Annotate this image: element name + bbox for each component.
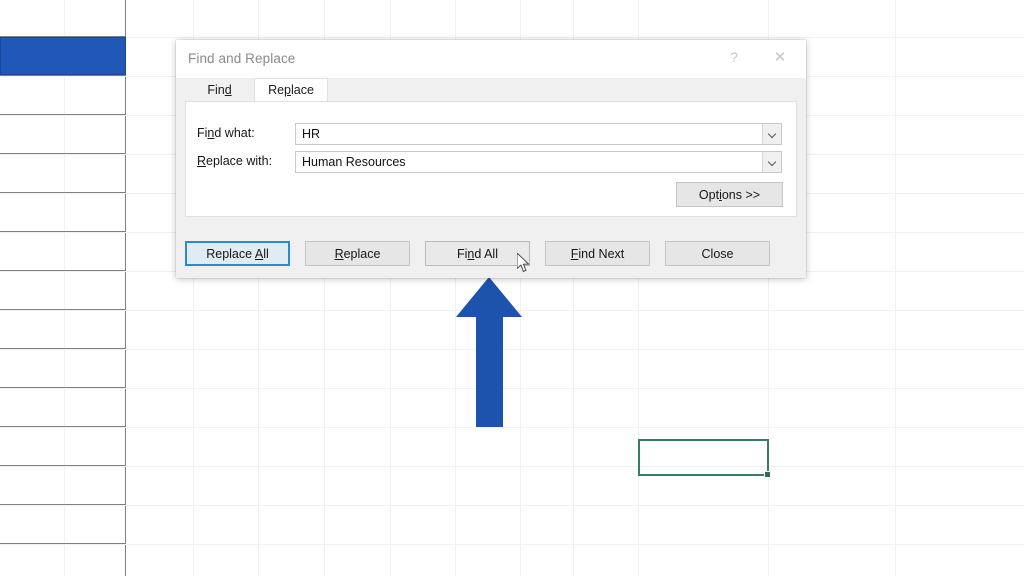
find-and-replace-dialog: Find and Replace ? ✕ Find Replace Find w… xyxy=(176,40,806,278)
chevron-down-icon[interactable] xyxy=(762,124,781,144)
gridline-horizontal-strong xyxy=(0,309,126,310)
find-next-button-label: Find Next xyxy=(570,246,625,261)
replace-button[interactable]: Replace xyxy=(305,241,410,266)
replace-button-label: Replace xyxy=(334,246,381,261)
dialog-title: Find and Replace xyxy=(188,51,296,66)
gridline-horizontal-strong xyxy=(0,231,126,232)
close-button-label: Close xyxy=(701,246,734,261)
tab-replace[interactable]: Replace xyxy=(254,78,328,101)
gridline-horizontal-strong xyxy=(0,270,126,271)
replace-with-input[interactable]: Human Resources xyxy=(295,151,782,173)
tab-find[interactable]: Find xyxy=(185,78,254,101)
close-icon[interactable]: ✕ xyxy=(758,40,802,74)
dialog-tabstrip: Find Replace xyxy=(176,78,806,101)
chevron-down-icon[interactable] xyxy=(762,152,781,172)
gridline-vertical xyxy=(895,0,896,576)
close-button[interactable]: Close xyxy=(665,241,770,266)
gridline-horizontal xyxy=(0,37,1024,38)
gridline-vertical-strong xyxy=(125,0,126,576)
fill-handle[interactable] xyxy=(764,471,771,478)
up-arrow-annotation xyxy=(456,277,522,427)
replace-with-value: Human Resources xyxy=(302,155,406,169)
gridline-horizontal xyxy=(0,427,1024,428)
gridline-horizontal-strong xyxy=(0,153,126,154)
find-next-button[interactable]: Find Next xyxy=(545,241,650,266)
gridline-horizontal-strong xyxy=(0,348,126,349)
gridline-horizontal-strong xyxy=(0,114,126,115)
highlighted-cell[interactable] xyxy=(0,37,126,75)
tab-replace-label: Replace xyxy=(268,83,314,97)
gridline-horizontal-strong xyxy=(0,192,126,193)
options-button-label: Options >> xyxy=(698,187,761,202)
options-button[interactable]: Options >> xyxy=(676,182,783,207)
gridline-horizontal-strong xyxy=(0,426,126,427)
dialog-titlebar[interactable]: Find and Replace ? ✕ xyxy=(176,40,806,78)
gridline-horizontal xyxy=(0,505,1024,506)
gridline-horizontal-strong xyxy=(0,465,126,466)
find-all-button-label: Find All xyxy=(456,246,498,261)
gridline-horizontal-strong xyxy=(0,387,126,388)
gridline-vertical xyxy=(64,0,65,576)
gridline-horizontal-strong xyxy=(0,543,126,544)
replace-all-button[interactable]: Replace All xyxy=(185,241,290,266)
gridline-horizontal-strong xyxy=(0,504,126,505)
find-what-input[interactable]: HR xyxy=(295,123,782,145)
replace-panel: Find what: HR Replace with: Human Resour… xyxy=(185,101,797,217)
replace-with-label: Replace with: xyxy=(197,154,273,168)
find-all-button[interactable]: Find All xyxy=(425,241,530,266)
help-icon[interactable]: ? xyxy=(712,40,756,74)
find-what-row: Find what: HR xyxy=(186,123,798,145)
active-cell-outline[interactable] xyxy=(638,439,771,478)
gridline-horizontal xyxy=(0,544,1024,545)
replace-all-button-label: Replace All xyxy=(206,246,269,261)
gridline-horizontal xyxy=(0,466,1024,467)
replace-with-row: Replace with: Human Resources xyxy=(186,151,798,173)
find-what-value: HR xyxy=(302,127,321,141)
tab-find-label: Find xyxy=(207,82,232,97)
gridline-horizontal-strong xyxy=(0,75,126,76)
find-what-label: Find what: xyxy=(197,126,255,140)
